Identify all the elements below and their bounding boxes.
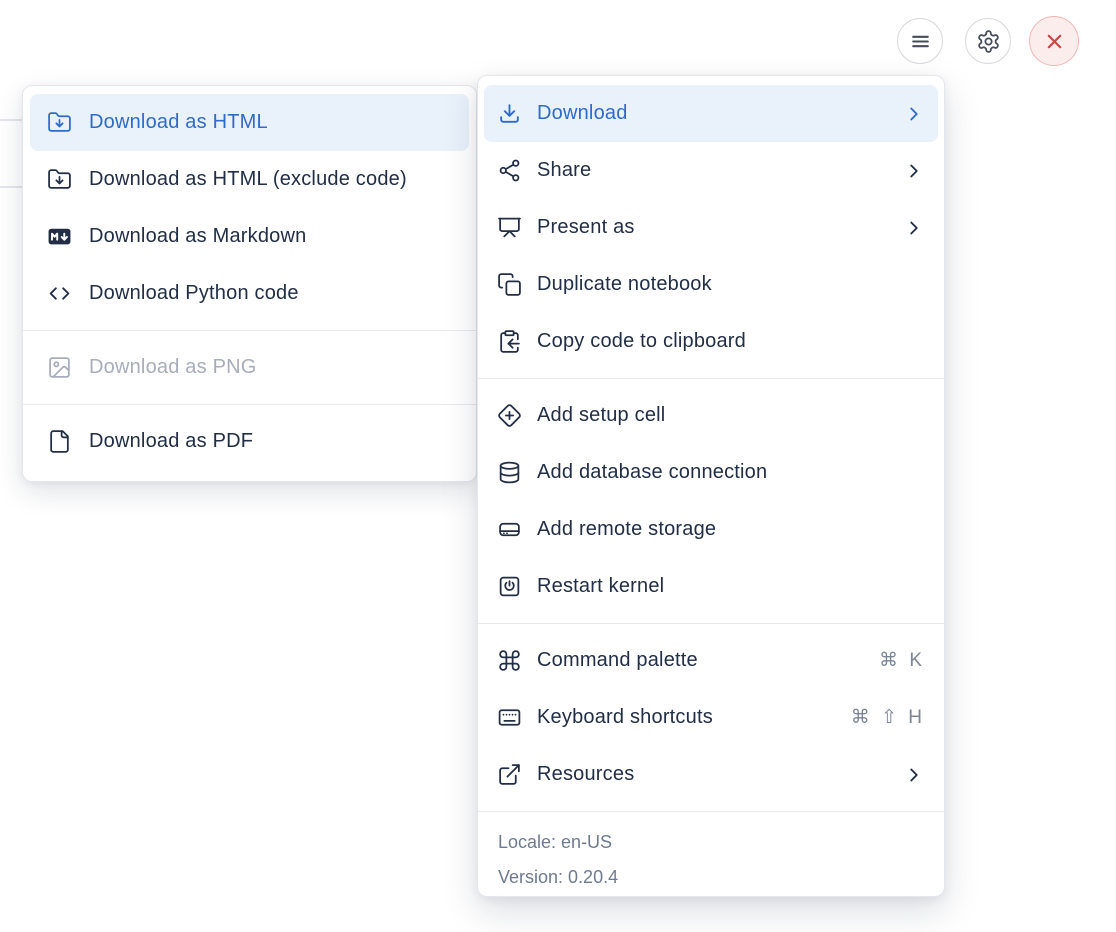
menu-item-download-as-markdown[interactable]: Download as Markdown [30, 208, 469, 265]
menu-item-label: Download as HTML [89, 111, 453, 134]
chevron-right-icon [903, 103, 925, 125]
keyboard-icon [497, 705, 522, 730]
menu-item-duplicate-notebook[interactable]: Duplicate notebook [484, 256, 938, 313]
code-icon [47, 281, 72, 306]
chevron-right-icon [903, 764, 925, 786]
menu-item-label: Keyboard shortcuts [537, 706, 836, 729]
menu-item-label: Download Python code [89, 282, 453, 305]
menu-item-download-as-html[interactable]: Download as HTML [30, 94, 469, 151]
clipboard-copy-icon [497, 329, 522, 354]
copy-icon [497, 272, 522, 297]
chevron-right-icon [903, 160, 925, 182]
menu-item-label: Download as PDF [89, 430, 453, 453]
notebook-menu-button[interactable] [897, 18, 943, 64]
folder-down-icon [47, 110, 72, 135]
menu-item-label: Present as [537, 216, 888, 239]
hamburger-menu-icon [908, 29, 933, 54]
share-icon [497, 158, 522, 183]
menu-item-present-as[interactable]: Present as [484, 199, 938, 256]
folder-down-icon [47, 167, 72, 192]
menu-item-download-as-html-exclude-code[interactable]: Download as HTML (exclude code) [30, 151, 469, 208]
notebook-menu: Download Share Present as [477, 75, 945, 897]
version-text: Version: 0.20.4 [498, 860, 938, 895]
background-cell-border [0, 186, 22, 188]
menu-item-label: Add database connection [537, 461, 925, 484]
menu-item-label: Restart kernel [537, 575, 925, 598]
menu-item-label: Download [537, 102, 888, 125]
menu-item-download-as-png: Download as PNG [30, 339, 469, 396]
command-icon [497, 648, 522, 673]
menu-item-copy-code-to-clipboard[interactable]: Copy code to clipboard [484, 313, 938, 370]
menu-item-label: Resources [537, 763, 888, 786]
menu-item-restart-kernel[interactable]: Restart kernel [484, 558, 938, 615]
menu-item-share[interactable]: Share [484, 142, 938, 199]
menu-item-command-palette[interactable]: Command palette ⌘ K [484, 632, 938, 689]
menu-item-label: Download as PNG [89, 356, 453, 379]
menu-item-label: Share [537, 159, 888, 182]
close-x-icon [1042, 29, 1067, 54]
menu-separator [478, 378, 944, 379]
menu-item-add-setup-cell[interactable]: Add setup cell [484, 387, 938, 444]
menu-item-label: Download as Markdown [89, 225, 453, 248]
shortcut-hint: ⌘ K [879, 649, 925, 672]
markdown-icon [47, 224, 72, 249]
menu-item-label: Download as HTML (exclude code) [89, 168, 453, 191]
app-canvas: Download as HTML Download as HTML (exclu… [0, 0, 1116, 932]
menu-item-download-as-pdf[interactable]: Download as PDF [30, 413, 469, 470]
menu-item-keyboard-shortcuts[interactable]: Keyboard shortcuts ⌘ ⇧ H [484, 689, 938, 746]
menu-item-download[interactable]: Download [484, 85, 938, 142]
locale-text: Locale: en-US [498, 825, 938, 860]
hard-drive-icon [497, 517, 522, 542]
menu-item-label: Duplicate notebook [537, 273, 925, 296]
image-icon [47, 355, 72, 380]
chevron-right-icon [903, 217, 925, 239]
menu-separator [23, 404, 476, 405]
menu-item-resources[interactable]: Resources [484, 746, 938, 803]
menu-item-label: Copy code to clipboard [537, 330, 925, 353]
diamond-plus-icon [497, 403, 522, 428]
presentation-icon [497, 215, 522, 240]
download-submenu: Download as HTML Download as HTML (exclu… [22, 85, 477, 482]
power-square-icon [497, 574, 522, 599]
gear-icon [976, 29, 1001, 54]
menu-separator [478, 623, 944, 624]
background-cell-border [0, 119, 22, 121]
menu-item-label: Add setup cell [537, 404, 925, 427]
close-button[interactable] [1029, 16, 1079, 66]
settings-button[interactable] [965, 18, 1011, 64]
menu-item-add-remote-storage[interactable]: Add remote storage [484, 501, 938, 558]
menu-separator [23, 330, 476, 331]
database-icon [497, 460, 522, 485]
menu-separator [478, 811, 944, 812]
menu-item-label: Command palette [537, 649, 864, 672]
download-icon [497, 101, 522, 126]
shortcut-hint: ⌘ ⇧ H [851, 706, 925, 729]
external-link-icon [497, 762, 522, 787]
menu-footer: Locale: en-US Version: 0.20.4 [484, 820, 938, 895]
menu-item-label: Add remote storage [537, 518, 925, 541]
menu-item-download-python-code[interactable]: Download Python code [30, 265, 469, 322]
file-icon [47, 429, 72, 454]
menu-item-add-database-connection[interactable]: Add database connection [484, 444, 938, 501]
